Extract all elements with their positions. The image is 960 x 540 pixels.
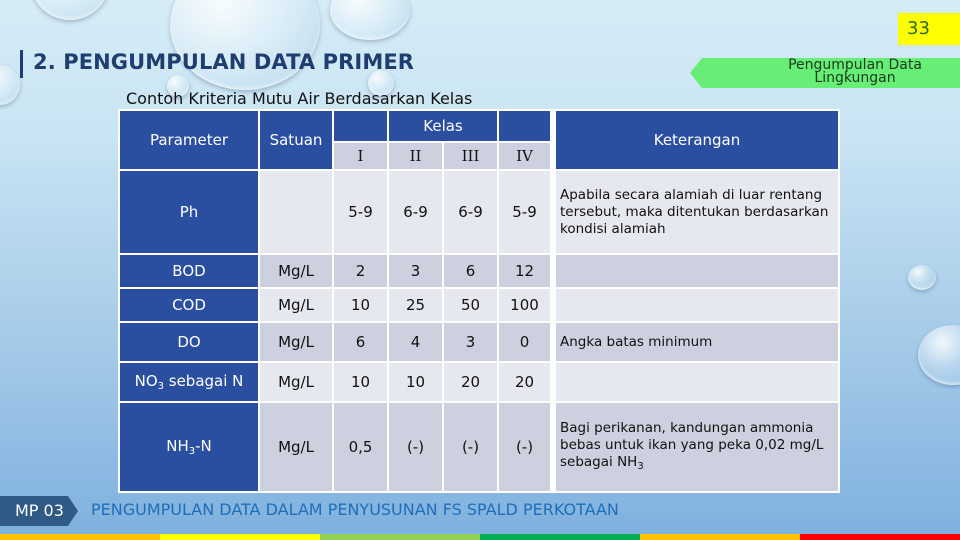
keterangan-cell: Apabila secara alamiah di luar rentang t… [550,169,840,255]
table-caption: Contoh Kriteria Mutu Air Berdasarkan Kel… [126,89,473,108]
water-drop-decoration [170,0,320,90]
page-number: 33 [898,13,960,45]
kelas-value-cell: (-) [387,401,444,493]
kelas-value-cell: 0 [497,321,554,363]
parameter-cell: NH3-N [118,401,260,493]
header-kelas: Kelas [387,109,499,143]
kelas-value-cell: 4 [387,321,444,363]
satuan-cell [258,169,334,255]
kelas-value-cell: 6 [332,321,389,363]
keterangan-cell [550,287,840,323]
table-row: Ph 5-9 6-9 6-9 5-9 Apabila secara alamiah di … [118,169,840,255]
keterangan-cell: Bagi perikanan, kandungan ammonia bebas … [550,401,840,493]
header-satuan: Satuan [258,109,334,171]
parameter-cell: NO3 sebagai N [118,361,260,403]
table-row: COD Mg/L 10 25 50 100 [118,287,840,323]
kelas-value-cell: 12 [497,253,554,289]
kelas-value-cell: 5-9 [332,169,389,255]
module-tag: MP 03 [0,496,78,526]
title-accent-bar [20,50,23,78]
kelas-value-cell: 10 [332,287,389,323]
kelas-value-cell: 2 [332,253,389,289]
water-drop-decoration [30,0,110,20]
color-strip [0,534,960,540]
section-tag: Pengumpulan Data Lingkungan [690,58,960,88]
water-drop-decoration [330,0,410,40]
keterangan-cell [550,361,840,403]
parameter-cell: Ph [118,169,260,255]
kelas-value-cell: 6-9 [442,169,499,255]
keterangan-cell [550,253,840,289]
color-strip-segment [480,534,640,540]
header-kelas-iii: III [442,141,499,171]
header-kelas-spacer [332,109,389,143]
water-drop-decoration [908,265,936,290]
kelas-value-cell: 3 [387,253,444,289]
header-kelas-ii: II [387,141,444,171]
satuan-cell: Mg/L [258,287,334,323]
color-strip-segment [640,534,800,540]
header-kelas-i: I [332,141,389,171]
header-keterangan: Keterangan [550,109,840,171]
slide-title: 2. PENGUMPULAN DATA PRIMER [33,50,415,74]
satuan-cell: Mg/L [258,253,334,289]
header-kelas-iv: IV [497,141,554,171]
kelas-value-cell: 100 [497,287,554,323]
color-strip-segment [800,534,960,540]
kelas-value-cell: 10 [332,361,389,403]
color-strip-segment [320,534,480,540]
satuan-cell: Mg/L [258,401,334,493]
kelas-value-cell: 5-9 [497,169,554,255]
kelas-value-cell: 6 [442,253,499,289]
parameter-cell: COD [118,287,260,323]
satuan-cell: Mg/L [258,361,334,403]
satuan-cell: Mg/L [258,321,334,363]
kelas-value-cell: 20 [442,361,499,403]
keterangan-cell: Angka batas minimum [550,321,840,363]
water-drop-decoration [918,325,960,385]
kelas-value-cell: 0,5 [332,401,389,493]
color-strip-segment [0,534,160,540]
kelas-value-cell: 10 [387,361,444,403]
kelas-value-cell: (-) [442,401,499,493]
kelas-value-cell: 6-9 [387,169,444,255]
kelas-value-cell: (-) [497,401,554,493]
header-kelas-spacer [497,109,554,143]
table-row: NO3 sebagai N Mg/L 10 10 20 20 [118,361,840,403]
color-strip-segment [160,534,320,540]
kelas-value-cell: 25 [387,287,444,323]
water-drop-decoration [0,65,20,105]
table-row: BOD Mg/L 2 3 6 12 [118,253,840,289]
kelas-value-cell: 20 [497,361,554,403]
header-parameter: Parameter [118,109,260,171]
parameter-cell: BOD [118,253,260,289]
kelas-value-cell: 3 [442,321,499,363]
table-row: DO Mg/L 6 4 3 0 Angka batas minimum [118,321,840,363]
kelas-value-cell: 50 [442,287,499,323]
table-row: NH3-N Mg/L 0,5 (-) (-) (-) Bagi perikanan, kan… [118,401,840,493]
parameter-cell: DO [118,321,260,363]
footer-title: PENGUMPULAN DATA DALAM PENYUSUNAN FS SPA… [91,500,619,519]
water-quality-table: Parameter Satuan Kelas Keterangan I II I… [118,109,840,493]
